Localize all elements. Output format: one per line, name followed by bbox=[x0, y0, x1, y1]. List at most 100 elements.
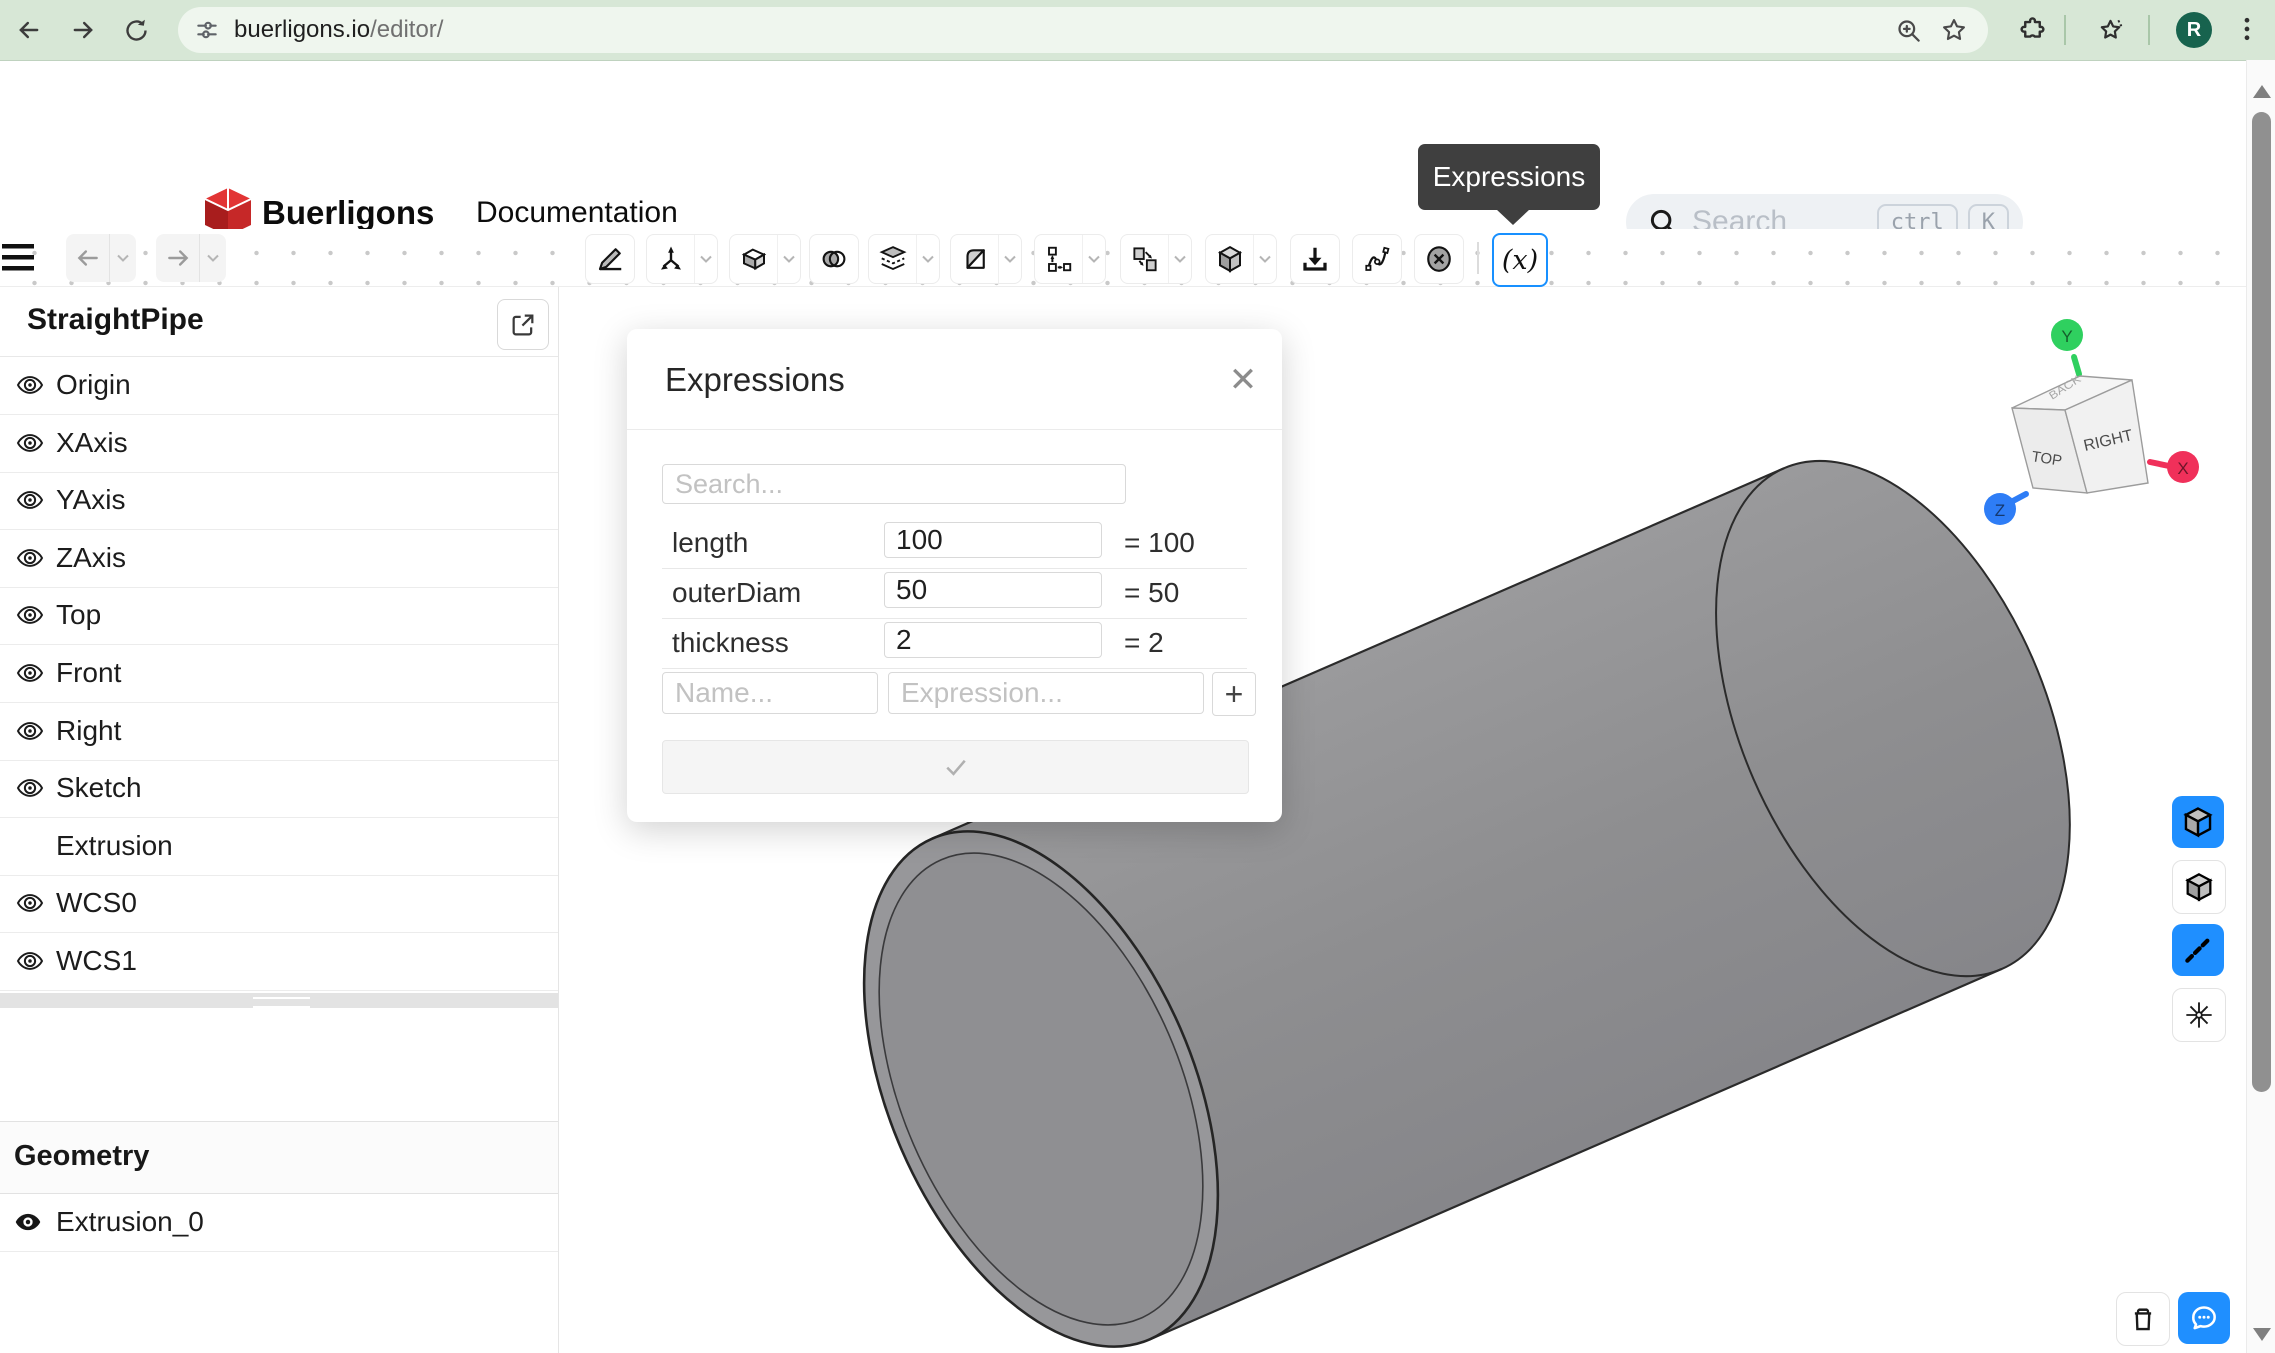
tree-item-xaxis[interactable]: XAxis bbox=[0, 414, 558, 473]
import-button[interactable] bbox=[1290, 234, 1340, 284]
feature-tree-panel: StraightPipe Origin XAxis YAxis ZAxis bbox=[0, 286, 559, 1353]
solid-tool-button[interactable] bbox=[1205, 234, 1277, 284]
chat-button[interactable] bbox=[2178, 1292, 2230, 1344]
visibility-eye-icon[interactable] bbox=[16, 486, 44, 514]
trash-icon bbox=[2128, 1304, 2158, 1334]
redo-dropdown-chevron[interactable] bbox=[199, 234, 226, 282]
visibility-eye-icon[interactable] bbox=[16, 601, 44, 629]
measure-view-button[interactable] bbox=[2172, 924, 2224, 976]
zoom-page-icon[interactable] bbox=[1895, 17, 1922, 44]
redo-icon[interactable] bbox=[156, 234, 199, 282]
collections-icon[interactable] bbox=[2096, 16, 2125, 45]
new-expression-name-input[interactable] bbox=[662, 672, 878, 714]
slice-tool-button[interactable] bbox=[868, 234, 940, 284]
part-title-row: StraightPipe bbox=[0, 286, 558, 357]
new-expression-value-input[interactable] bbox=[888, 672, 1204, 714]
undo-button-group[interactable] bbox=[66, 234, 136, 282]
scrollbar-thumb[interactable] bbox=[2252, 112, 2271, 1092]
tree-item-top[interactable]: Top bbox=[0, 586, 558, 645]
work-axes-tool-button[interactable] bbox=[646, 234, 718, 284]
tree-item-wcs0[interactable]: WCS0 bbox=[0, 874, 558, 933]
work-axes-dropdown-chevron[interactable] bbox=[694, 235, 717, 283]
splitter-grip-icon bbox=[253, 997, 310, 1008]
undo-dropdown-chevron[interactable] bbox=[109, 234, 136, 282]
delete-button[interactable] bbox=[2116, 1292, 2170, 1346]
visibility-eye-icon[interactable] bbox=[16, 429, 44, 457]
browser-reload-button[interactable] bbox=[115, 9, 157, 51]
visibility-eye-icon[interactable] bbox=[16, 371, 44, 399]
sketch-tool-button[interactable] bbox=[585, 234, 635, 284]
pattern-dropdown-chevron[interactable] bbox=[1168, 235, 1191, 283]
gizmo-axis-z[interactable]: Z bbox=[1984, 493, 2016, 525]
site-settings-icon[interactable] bbox=[194, 17, 220, 43]
visibility-eye-icon[interactable] bbox=[16, 659, 44, 687]
snap-points-button[interactable] bbox=[2172, 988, 2226, 1042]
expression-value-input[interactable] bbox=[884, 572, 1102, 608]
browser-back-button[interactable] bbox=[8, 9, 50, 51]
address-bar[interactable]: buerligons.io/editor/ bbox=[178, 7, 1988, 53]
tree-item-right[interactable]: Right bbox=[0, 702, 558, 761]
dialog-title: Expressions bbox=[665, 361, 845, 399]
spline-nodes-icon bbox=[1362, 244, 1392, 274]
visibility-eye-icon[interactable] bbox=[16, 774, 44, 802]
expression-value-input[interactable] bbox=[884, 622, 1102, 658]
tree-item-sketch[interactable]: Sketch bbox=[0, 759, 558, 818]
fillet-dropdown-chevron[interactable] bbox=[998, 235, 1021, 283]
solid-dropdown-chevron[interactable] bbox=[1253, 235, 1276, 283]
undo-icon[interactable] bbox=[66, 234, 109, 282]
shaded-view-button[interactable] bbox=[2172, 860, 2226, 914]
add-expression-button[interactable]: + bbox=[1212, 672, 1256, 716]
transform-tool-button[interactable] bbox=[1034, 234, 1106, 284]
visibility-eye-icon[interactable] bbox=[16, 544, 44, 572]
open-external-button[interactable] bbox=[497, 299, 549, 350]
extensions-icon[interactable] bbox=[2018, 16, 2047, 45]
confirm-button[interactable] bbox=[662, 740, 1249, 794]
close-icon[interactable]: ✕ bbox=[1225, 362, 1261, 398]
profile-avatar[interactable]: R bbox=[2176, 12, 2212, 48]
gizmo-axis-y[interactable]: Y bbox=[2051, 319, 2083, 351]
visibility-eye-icon[interactable] bbox=[16, 889, 44, 917]
boolean-tool-button[interactable] bbox=[809, 234, 859, 284]
spline-tool-button[interactable] bbox=[1352, 234, 1402, 284]
page-scrollbar[interactable] bbox=[2246, 60, 2275, 1353]
slice-dropdown-chevron[interactable] bbox=[916, 235, 939, 283]
expression-value-input[interactable] bbox=[884, 522, 1102, 558]
visibility-eye-icon[interactable] bbox=[16, 717, 44, 745]
bookmark-star-icon[interactable] bbox=[1940, 16, 1968, 44]
tree-item-origin[interactable]: Origin bbox=[0, 356, 558, 415]
extrude-dropdown-chevron[interactable] bbox=[777, 235, 800, 283]
gizmo-axis-x[interactable]: X bbox=[2167, 451, 2199, 483]
chrome-divider bbox=[2148, 15, 2150, 45]
visibility-eye-icon[interactable] bbox=[16, 947, 44, 975]
tree-item-zaxis[interactable]: ZAxis bbox=[0, 529, 558, 588]
tree-item-yaxis[interactable]: YAxis bbox=[0, 471, 558, 530]
url-text: buerligons.io/editor/ bbox=[234, 16, 443, 44]
panel-splitter[interactable] bbox=[0, 993, 558, 1008]
chrome-divider bbox=[2064, 15, 2066, 45]
remove-button[interactable] bbox=[1414, 234, 1464, 284]
expressions-button[interactable]: (x) bbox=[1492, 233, 1548, 287]
transform-dropdown-chevron[interactable] bbox=[1082, 235, 1105, 283]
expression-row-thickness: thickness = 2 bbox=[662, 618, 1247, 669]
wireframe-view-button[interactable] bbox=[2172, 796, 2224, 848]
scroll-up-arrow[interactable] bbox=[2253, 85, 2271, 98]
visibility-eye-filled-icon[interactable] bbox=[14, 1208, 42, 1236]
menu-dots-icon[interactable] bbox=[2232, 14, 2262, 44]
fillet-tool-button[interactable] bbox=[950, 234, 1022, 284]
geometry-item-extrusion0[interactable]: Extrusion_0 bbox=[0, 1193, 558, 1252]
asterisk-snap-icon bbox=[2183, 999, 2215, 1031]
browser-forward-button[interactable] bbox=[62, 9, 104, 51]
pattern-tool-button[interactable] bbox=[1120, 234, 1192, 284]
redo-button-group[interactable] bbox=[156, 234, 226, 282]
dialog-divider bbox=[627, 429, 1282, 430]
scroll-down-arrow[interactable] bbox=[2253, 1328, 2271, 1341]
boolean-circles-icon bbox=[819, 244, 849, 274]
tree-item-front[interactable]: Front bbox=[0, 644, 558, 703]
extrude-tool-button[interactable] bbox=[729, 234, 801, 284]
tree-item-wcs1[interactable]: WCS1 bbox=[0, 932, 558, 991]
circle-x-icon bbox=[1424, 244, 1454, 274]
expressions-dialog: Expressions ✕ length = 100 outerDiam = 5… bbox=[627, 329, 1282, 822]
tree-item-extrusion[interactable]: Extrusion bbox=[0, 817, 558, 876]
expression-search-input[interactable] bbox=[662, 464, 1126, 504]
menu-hamburger-icon[interactable] bbox=[2, 242, 36, 274]
